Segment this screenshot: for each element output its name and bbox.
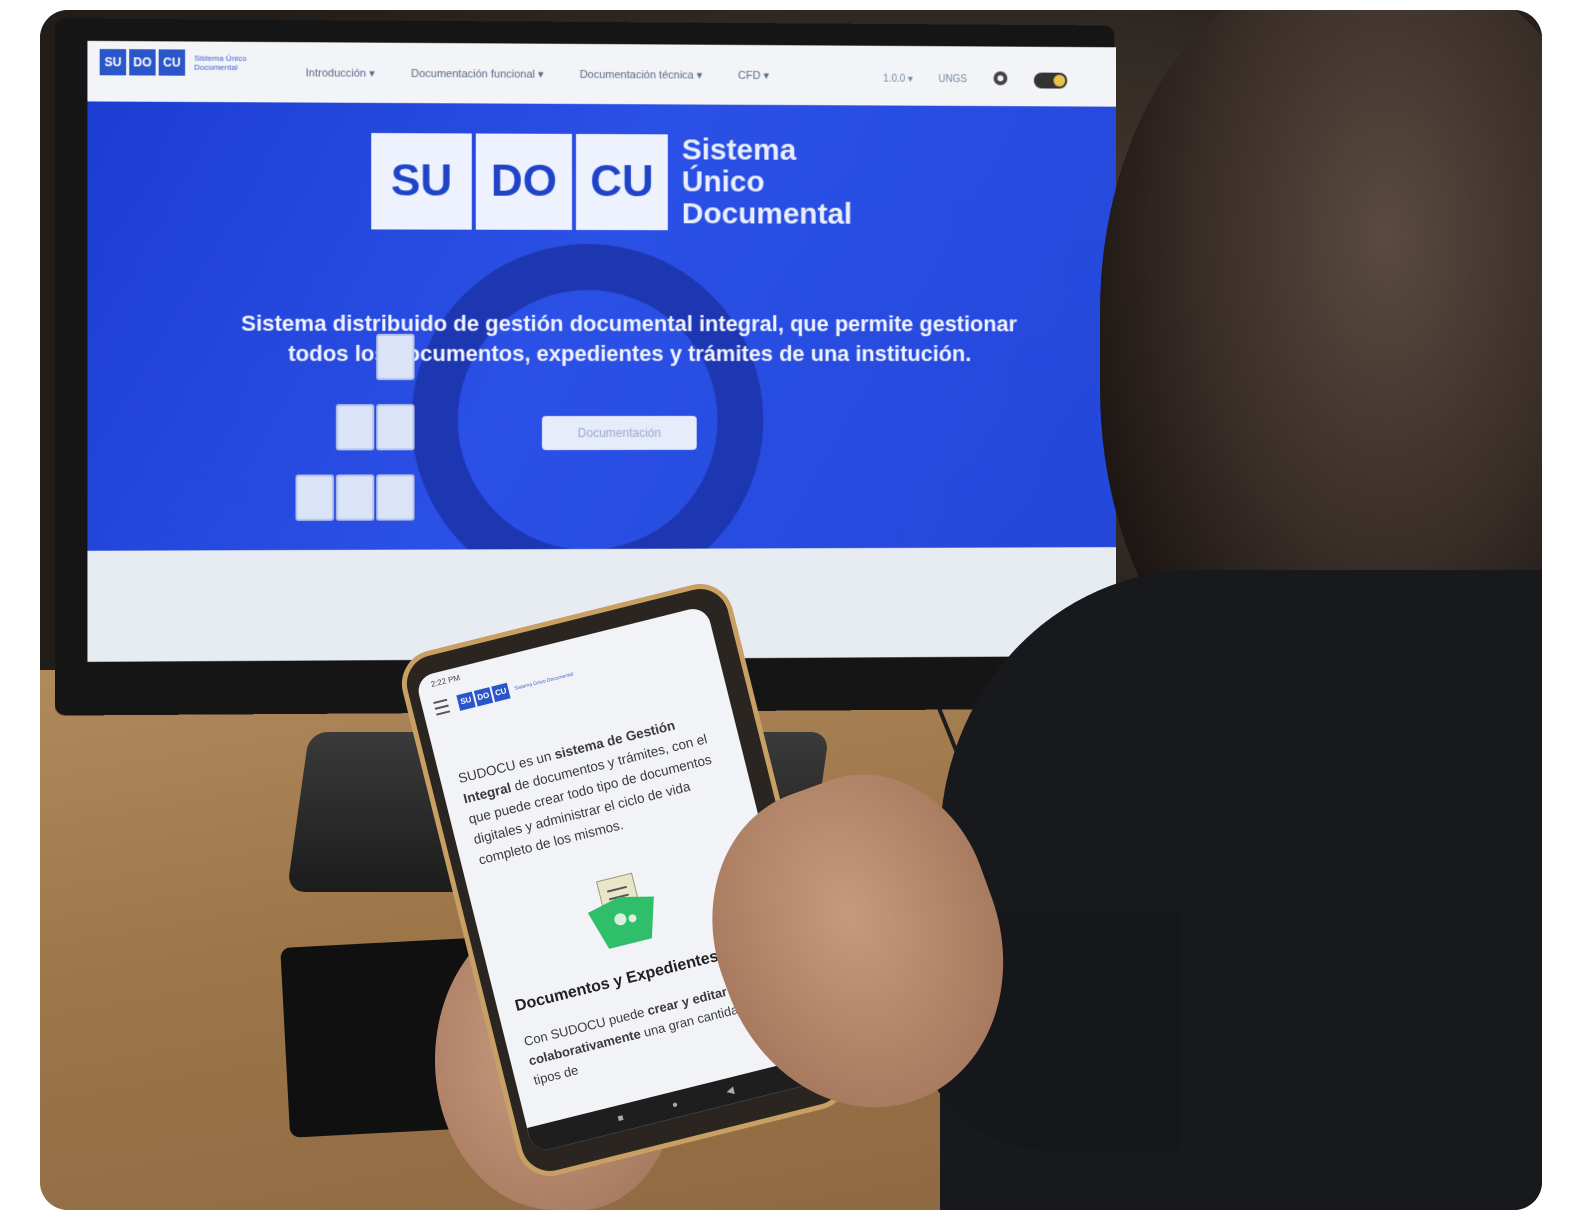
hero-tagline: Sistema distribuido de gestión documenta… <box>241 310 1017 367</box>
photo: SU DO CU Sistema Único Documental Introd… <box>40 10 1542 1210</box>
phone-intro-text: SUDOCU es un sistema de Gestión Integral… <box>456 705 736 870</box>
github-icon[interactable] <box>993 70 1009 89</box>
documentation-button[interactable]: Documentación <box>541 415 697 451</box>
site-logo[interactable]: SU DO CU Sistema Único Documental <box>99 49 255 76</box>
hero-title-line: Único <box>681 165 765 199</box>
hero-banner: SU DO CU Sistema Único Documental Sistem… <box>87 101 1117 597</box>
document-icon <box>335 474 375 521</box>
document-icon <box>295 474 334 521</box>
menu-icon[interactable] <box>433 698 451 716</box>
document-icon <box>376 404 415 451</box>
logo-text: Sistema Único Documental <box>194 53 247 72</box>
ungs-link[interactable]: UNGS <box>939 74 967 85</box>
nav-item-cfd[interactable]: CFD ▾ <box>738 69 769 82</box>
document-icon <box>376 474 415 521</box>
nav-item-documentacion-tecnica[interactable]: Documentación técnica ▾ <box>580 68 703 82</box>
site-navbar: SU DO CU Sistema Único Documental Introd… <box>87 40 1117 107</box>
nav-menu: Introducción ▾ Documentación funcional ▾… <box>306 66 769 82</box>
nav-item-documentacion-funcional[interactable]: Documentación funcional ▾ <box>411 67 544 81</box>
theme-toggle[interactable] <box>1033 72 1068 89</box>
hero-logo-tile: SU <box>371 133 472 230</box>
phone-logo-tile: SU <box>456 691 476 711</box>
nav-home-icon[interactable]: ● <box>671 1099 680 1111</box>
hero-title: Sistema Único Documental <box>681 133 853 231</box>
nav-item-introduccion[interactable]: Introducción ▾ <box>306 66 375 79</box>
nav-recent-icon[interactable]: ◀ <box>725 1085 735 1098</box>
monitor-screen: SU DO CU Sistema Único Documental Introd… <box>87 40 1117 662</box>
document-icon <box>376 333 415 381</box>
version-dropdown[interactable]: 1.0.0 ▾ <box>883 74 913 85</box>
logo-tile: DO <box>129 49 156 76</box>
nav-right: 1.0.0 ▾ UNGS <box>883 70 1068 90</box>
document-icon <box>335 404 375 451</box>
hero-logo: SU DO CU <box>371 133 672 231</box>
hero-logo-tile: CU <box>576 133 668 231</box>
logo-tile: SU <box>99 49 127 76</box>
hero-title-line: Sistema <box>681 133 797 167</box>
phone-logo-text: Sistema Único Documental <box>513 671 574 692</box>
nav-back-icon[interactable]: ■ <box>616 1112 625 1124</box>
hero-logo-tile: DO <box>475 133 573 230</box>
phone-logo-tile: DO <box>473 687 494 707</box>
documents-illustration-icon <box>575 866 670 955</box>
logo-tile: CU <box>158 49 186 76</box>
hero-title-line: Documental <box>681 197 853 231</box>
phone-logo-tile: CU <box>491 682 511 703</box>
